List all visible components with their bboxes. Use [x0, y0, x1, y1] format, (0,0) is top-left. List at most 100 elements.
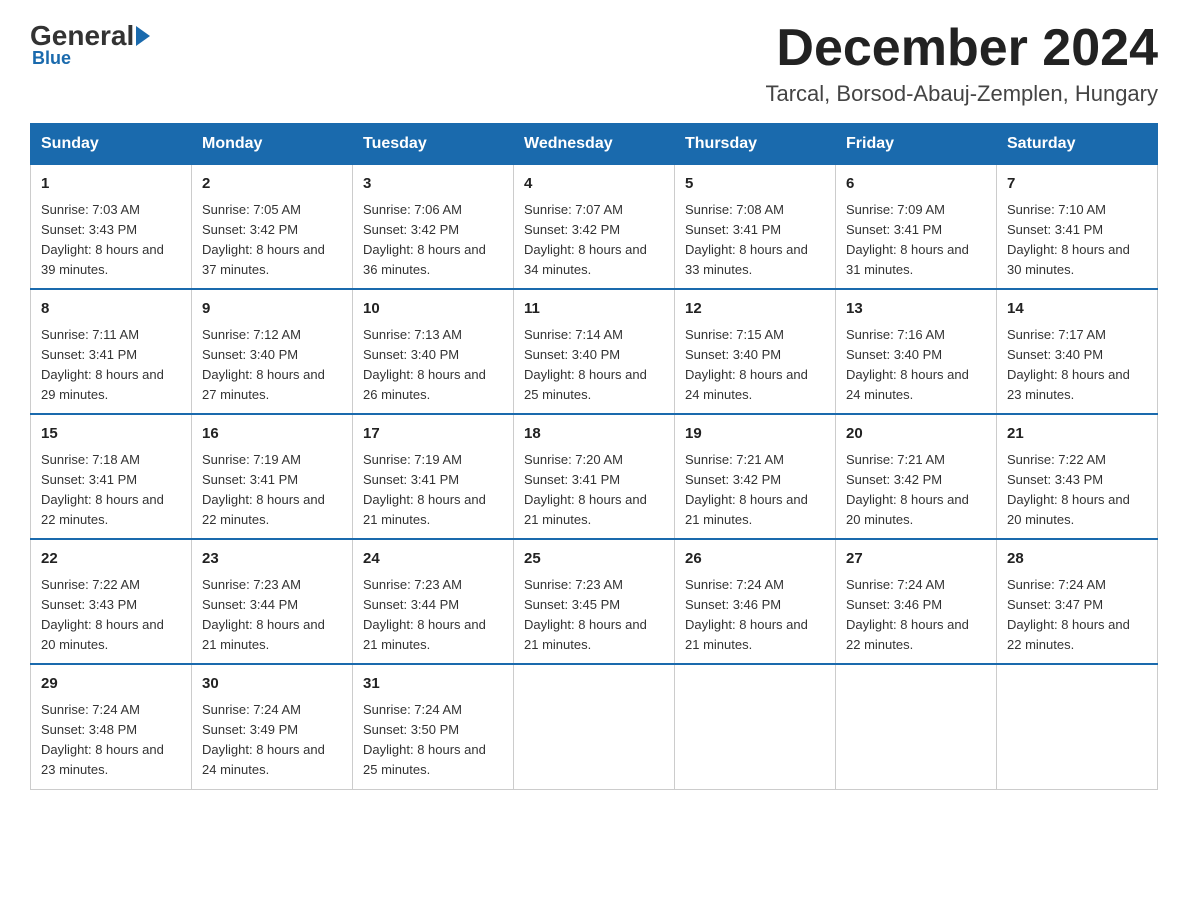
day-of-week-header: Tuesday	[353, 124, 514, 164]
day-info: Sunrise: 7:24 AMSunset: 3:47 PMDaylight:…	[1007, 577, 1130, 652]
day-of-week-header: Monday	[192, 124, 353, 164]
day-info: Sunrise: 7:24 AMSunset: 3:50 PMDaylight:…	[363, 702, 486, 777]
calendar-week-row: 29 Sunrise: 7:24 AMSunset: 3:48 PMDayligh…	[31, 664, 1158, 789]
day-info: Sunrise: 7:19 AMSunset: 3:41 PMDaylight:…	[363, 452, 486, 527]
calendar-day-cell: 27 Sunrise: 7:24 AMSunset: 3:46 PMDayligh…	[836, 539, 997, 664]
location-subtitle: Tarcal, Borsod-Abauj-Zemplen, Hungary	[765, 81, 1158, 107]
day-number: 25	[524, 548, 664, 571]
day-info: Sunrise: 7:20 AMSunset: 3:41 PMDaylight:…	[524, 452, 647, 527]
calendar-day-cell: 3 Sunrise: 7:06 AMSunset: 3:42 PMDaylight…	[353, 164, 514, 289]
day-info: Sunrise: 7:18 AMSunset: 3:41 PMDaylight:…	[41, 452, 164, 527]
day-number: 30	[202, 673, 342, 696]
calendar-day-cell: 14 Sunrise: 7:17 AMSunset: 3:40 PMDayligh…	[997, 289, 1158, 414]
day-number: 29	[41, 673, 181, 696]
day-info: Sunrise: 7:23 AMSunset: 3:45 PMDaylight:…	[524, 577, 647, 652]
day-info: Sunrise: 7:24 AMSunset: 3:48 PMDaylight:…	[41, 702, 164, 777]
calendar-day-cell: 12 Sunrise: 7:15 AMSunset: 3:40 PMDayligh…	[675, 289, 836, 414]
calendar-day-cell: 1 Sunrise: 7:03 AMSunset: 3:43 PMDaylight…	[31, 164, 192, 289]
day-info: Sunrise: 7:12 AMSunset: 3:40 PMDaylight:…	[202, 327, 325, 402]
day-info: Sunrise: 7:07 AMSunset: 3:42 PMDaylight:…	[524, 202, 647, 277]
title-section: December 2024 Tarcal, Borsod-Abauj-Zempl…	[765, 20, 1158, 107]
day-info: Sunrise: 7:22 AMSunset: 3:43 PMDaylight:…	[1007, 452, 1130, 527]
calendar-header-row: SundayMondayTuesdayWednesdayThursdayFrid…	[31, 124, 1158, 164]
day-info: Sunrise: 7:24 AMSunset: 3:49 PMDaylight:…	[202, 702, 325, 777]
day-info: Sunrise: 7:21 AMSunset: 3:42 PMDaylight:…	[846, 452, 969, 527]
day-number: 18	[524, 423, 664, 446]
page-header: General Blue December 2024 Tarcal, Borso…	[30, 20, 1158, 107]
calendar-week-row: 8 Sunrise: 7:11 AMSunset: 3:41 PMDaylight…	[31, 289, 1158, 414]
day-number: 21	[1007, 423, 1147, 446]
calendar-day-cell: 30 Sunrise: 7:24 AMSunset: 3:49 PMDayligh…	[192, 664, 353, 789]
calendar-day-cell: 22Sunrise: 7:22 AMSunset: 3:43 PMDayligh…	[31, 539, 192, 664]
calendar-day-cell: 26 Sunrise: 7:24 AMSunset: 3:46 PMDayligh…	[675, 539, 836, 664]
calendar-day-cell: 9 Sunrise: 7:12 AMSunset: 3:40 PMDaylight…	[192, 289, 353, 414]
calendar-day-cell: 10Sunrise: 7:13 AMSunset: 3:40 PMDayligh…	[353, 289, 514, 414]
day-info: Sunrise: 7:06 AMSunset: 3:42 PMDaylight:…	[363, 202, 486, 277]
calendar-day-cell: 25 Sunrise: 7:23 AMSunset: 3:45 PMDayligh…	[514, 539, 675, 664]
calendar-day-cell	[836, 664, 997, 789]
day-info: Sunrise: 7:03 AMSunset: 3:43 PMDaylight:…	[41, 202, 164, 277]
day-number: 14	[1007, 298, 1147, 321]
calendar-day-cell: 18 Sunrise: 7:20 AMSunset: 3:41 PMDayligh…	[514, 414, 675, 539]
calendar-day-cell: 20 Sunrise: 7:21 AMSunset: 3:42 PMDayligh…	[836, 414, 997, 539]
day-number: 3	[363, 173, 503, 196]
calendar-day-cell: 24 Sunrise: 7:23 AMSunset: 3:44 PMDayligh…	[353, 539, 514, 664]
calendar-week-row: 1 Sunrise: 7:03 AMSunset: 3:43 PMDaylight…	[31, 164, 1158, 289]
day-number: 10	[363, 298, 503, 321]
calendar-table: SundayMondayTuesdayWednesdayThursdayFrid…	[30, 123, 1158, 789]
month-year-title: December 2024	[765, 20, 1158, 77]
day-info: Sunrise: 7:10 AMSunset: 3:41 PMDaylight:…	[1007, 202, 1130, 277]
calendar-day-cell: 13Sunrise: 7:16 AMSunset: 3:40 PMDayligh…	[836, 289, 997, 414]
calendar-week-row: 15 Sunrise: 7:18 AMSunset: 3:41 PMDayligh…	[31, 414, 1158, 539]
calendar-day-cell	[675, 664, 836, 789]
calendar-day-cell: 29 Sunrise: 7:24 AMSunset: 3:48 PMDayligh…	[31, 664, 192, 789]
day-number: 26	[685, 548, 825, 571]
day-number: 8	[41, 298, 181, 321]
day-number: 24	[363, 548, 503, 571]
day-number: 2	[202, 173, 342, 196]
day-number: 31	[363, 673, 503, 696]
calendar-day-cell: 4 Sunrise: 7:07 AMSunset: 3:42 PMDaylight…	[514, 164, 675, 289]
day-info: Sunrise: 7:23 AMSunset: 3:44 PMDaylight:…	[202, 577, 325, 652]
calendar-day-cell: 23 Sunrise: 7:23 AMSunset: 3:44 PMDayligh…	[192, 539, 353, 664]
logo-triangle-icon	[136, 26, 150, 46]
logo: General Blue	[30, 20, 152, 69]
day-info: Sunrise: 7:24 AMSunset: 3:46 PMDaylight:…	[685, 577, 808, 652]
calendar-day-cell: 15 Sunrise: 7:18 AMSunset: 3:41 PMDayligh…	[31, 414, 192, 539]
day-number: 20	[846, 423, 986, 446]
calendar-day-cell: 11 Sunrise: 7:14 AMSunset: 3:40 PMDayligh…	[514, 289, 675, 414]
day-number: 5	[685, 173, 825, 196]
day-info: Sunrise: 7:21 AMSunset: 3:42 PMDaylight:…	[685, 452, 808, 527]
day-of-week-header: Saturday	[997, 124, 1158, 164]
day-info: Sunrise: 7:17 AMSunset: 3:40 PMDaylight:…	[1007, 327, 1130, 402]
day-info: Sunrise: 7:23 AMSunset: 3:44 PMDaylight:…	[363, 577, 486, 652]
day-number: 11	[524, 298, 664, 321]
calendar-day-cell	[997, 664, 1158, 789]
day-number: 13	[846, 298, 986, 321]
day-info: Sunrise: 7:11 AMSunset: 3:41 PMDaylight:…	[41, 327, 164, 402]
day-info: Sunrise: 7:15 AMSunset: 3:40 PMDaylight:…	[685, 327, 808, 402]
day-number: 1	[41, 173, 181, 196]
calendar-week-row: 22Sunrise: 7:22 AMSunset: 3:43 PMDayligh…	[31, 539, 1158, 664]
calendar-day-cell: 31 Sunrise: 7:24 AMSunset: 3:50 PMDayligh…	[353, 664, 514, 789]
day-number: 4	[524, 173, 664, 196]
calendar-day-cell: 19 Sunrise: 7:21 AMSunset: 3:42 PMDayligh…	[675, 414, 836, 539]
calendar-day-cell: 7 Sunrise: 7:10 AMSunset: 3:41 PMDaylight…	[997, 164, 1158, 289]
day-number: 15	[41, 423, 181, 446]
day-number: 12	[685, 298, 825, 321]
day-number: 17	[363, 423, 503, 446]
day-info: Sunrise: 7:24 AMSunset: 3:46 PMDaylight:…	[846, 577, 969, 652]
day-of-week-header: Wednesday	[514, 124, 675, 164]
day-number: 23	[202, 548, 342, 571]
calendar-day-cell: 2 Sunrise: 7:05 AMSunset: 3:42 PMDaylight…	[192, 164, 353, 289]
day-info: Sunrise: 7:14 AMSunset: 3:40 PMDaylight:…	[524, 327, 647, 402]
day-number: 6	[846, 173, 986, 196]
day-info: Sunrise: 7:19 AMSunset: 3:41 PMDaylight:…	[202, 452, 325, 527]
day-number: 27	[846, 548, 986, 571]
day-number: 7	[1007, 173, 1147, 196]
day-number: 19	[685, 423, 825, 446]
day-of-week-header: Sunday	[31, 124, 192, 164]
day-number: 9	[202, 298, 342, 321]
calendar-day-cell: 21 Sunrise: 7:22 AMSunset: 3:43 PMDayligh…	[997, 414, 1158, 539]
day-info: Sunrise: 7:05 AMSunset: 3:42 PMDaylight:…	[202, 202, 325, 277]
